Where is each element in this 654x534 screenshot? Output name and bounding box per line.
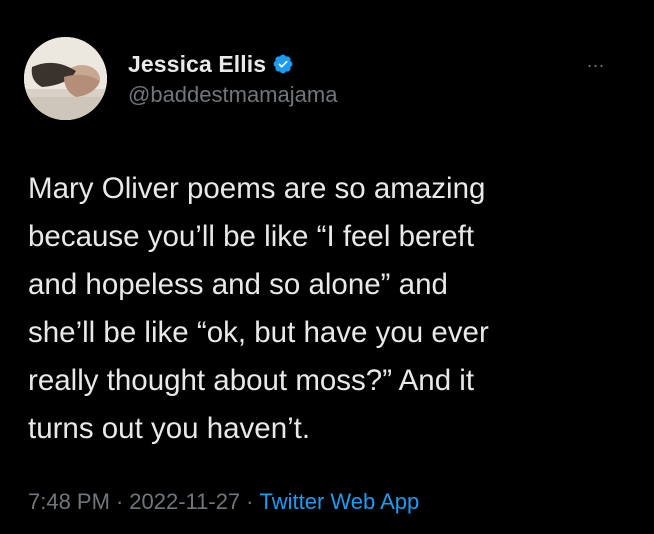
more-options-icon[interactable]: ...: [587, 52, 605, 70]
author-display-name[interactable]: Jessica Ellis: [128, 51, 266, 78]
avatar-photo-icon: [24, 37, 107, 120]
tweet-date[interactable]: 2022-11-27: [129, 489, 240, 515]
meta-separator: ·: [246, 489, 254, 514]
tweet-time[interactable]: 7:48 PM: [28, 489, 110, 515]
meta-separator: ·: [115, 489, 124, 514]
verified-badge-icon: [273, 54, 293, 74]
tweet-text: Mary Oliver poems are so amazing because…: [28, 172, 489, 445]
author-name-row[interactable]: Jessica Ellis: [128, 49, 294, 79]
avatar[interactable]: [24, 37, 107, 120]
tweet-metadata: 7:48 PM · 2022-11-27 · Twitter Web App: [28, 489, 419, 515]
tweet-source-link[interactable]: Twitter Web App: [260, 489, 420, 515]
tweet-card: Jessica Ellis @baddestmamajama ... Mary …: [0, 0, 654, 534]
author-handle[interactable]: @baddestmamajama: [128, 82, 337, 108]
